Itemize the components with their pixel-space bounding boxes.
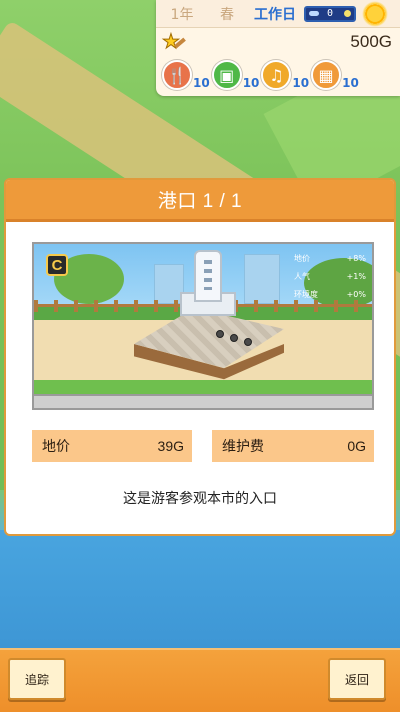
dialog-title-bar: 港口 1 / 1 [6, 180, 394, 222]
stat-label: 人气 [294, 272, 310, 281]
stat-row: 地价 +8% [294, 250, 366, 268]
star-rating-icon[interactable]: ★ [162, 31, 188, 53]
background-building [244, 254, 280, 304]
grass-strip [34, 380, 372, 394]
resource-row: 🍴 10 ▣ 10 ♫ 10 ▦ 10 [156, 56, 400, 94]
resource-goods[interactable]: ▣ 10 [211, 60, 260, 90]
stat-label: 地价 [294, 254, 310, 263]
resource-ticket-value: 10 [342, 76, 359, 90]
resource-ticket[interactable]: ▦ 10 [311, 60, 359, 90]
port-plaza [134, 308, 284, 388]
facility-description: 这是游客参观本市的入口 [123, 490, 277, 506]
maintenance-label: 维护费 [222, 438, 264, 454]
gold-amount: 500G [350, 32, 392, 51]
resource-food-value: 10 [193, 76, 210, 90]
season-label: 春 [220, 6, 234, 23]
facility-info-dialog: 港口 1 / 1 C 地价 +8% 人气 +1% 环境度 +0% 地价 39G … [4, 178, 396, 536]
maintenance-row: 维护费 0G [212, 430, 374, 462]
stat-row: 环境度 +0% [294, 286, 366, 304]
lighthouse-tower [194, 250, 222, 302]
stat-label: 环境度 [294, 290, 318, 299]
resource-music-value: 10 [292, 76, 310, 90]
year-label: 1年 [170, 6, 194, 23]
ticket-icon: ▦ [311, 60, 342, 90]
shopping-bag-icon: ▣ [211, 60, 242, 90]
track-button[interactable]: 追踪 [8, 658, 66, 700]
time-indicator: 0 [304, 5, 356, 22]
dialog-title: 港口 1 / 1 [157, 191, 243, 212]
resource-food[interactable]: 🍴 10 [162, 60, 210, 90]
sun-icon [362, 0, 388, 27]
stat-row: 人气 +1% [294, 268, 366, 286]
resource-music[interactable]: ♫ 10 [261, 60, 309, 90]
moon-icon [344, 9, 351, 17]
bollard [216, 330, 224, 338]
resource-goods-value: 10 [242, 76, 260, 90]
facility-stats: 地价 +8% 人气 +1% 环境度 +0% [294, 250, 366, 304]
stat-value: +8% [346, 254, 366, 263]
status-panel: 1年 春 工作日 0 ★ 500G 🍴 10 ▣ 10 ♫ 10 ▦ 10 [156, 0, 400, 96]
grade-letter: C [51, 256, 63, 274]
land-price-value: 39G [157, 438, 184, 454]
road-strip [34, 394, 372, 408]
bottom-action-bar: 追踪 返回 [0, 648, 400, 712]
land-price-row: 地价 39G [32, 430, 192, 462]
bollard [230, 334, 238, 342]
music-note-icon: ♫ [261, 60, 292, 90]
day-type-label: 工作日 [254, 6, 296, 23]
maintenance-value: 0G [347, 438, 366, 454]
fork-knife-icon: 🍴 [162, 60, 192, 90]
cloud-icon [309, 10, 319, 16]
facility-preview: C 地价 +8% 人气 +1% 环境度 +0% [32, 242, 374, 410]
gold-row: ★ 500G [156, 28, 400, 56]
land-price-label: 地价 [42, 438, 70, 454]
back-button[interactable]: 返回 [328, 658, 386, 700]
grade-badge: C [46, 254, 68, 276]
time-value: 0 [326, 8, 334, 19]
bollard [244, 338, 252, 346]
date-row: 1年 春 工作日 0 [156, 0, 400, 28]
stat-value: +1% [346, 272, 366, 281]
stat-value: +0% [346, 290, 366, 299]
